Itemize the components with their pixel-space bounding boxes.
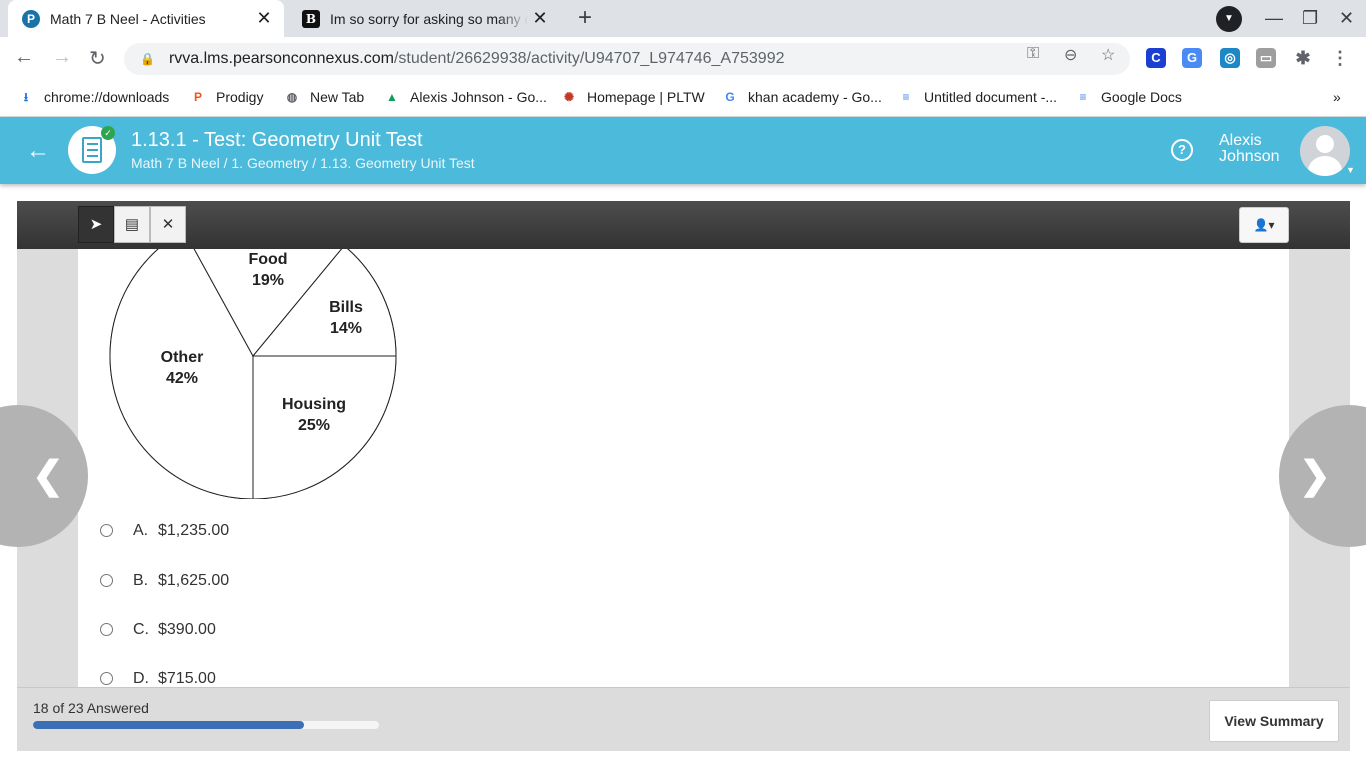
answered-progress-bar [33,721,379,729]
google-icon: G [725,90,735,104]
chevron-left-icon: ❮ [32,455,64,497]
zoom-icon[interactable]: ⊖ [1064,45,1077,65]
notes-tool-button[interactable]: ▤ [114,206,150,243]
lock-icon[interactable]: 🔒 [140,52,155,66]
next-question-button[interactable]: ❯ [1279,405,1366,547]
pie-label-other-name: Other [161,349,204,366]
bookmark-google-docs[interactable]: ≡ Google Docs [1075,89,1181,105]
tab-strip: P Math 7 B Neel - Activities ✕ B Im so s… [0,0,1366,37]
pie-label-bills-value: 14% [330,320,362,337]
pie-label-housing-name: Housing [282,396,346,413]
pie-chart: Housing 25% Other 42% Food 19% Bills 14% [109,249,397,499]
account-menu-button[interactable]: 👤▾ [1239,207,1289,243]
choice-text: $715.00 [158,670,216,687]
choice-text: $1,625.00 [158,572,230,589]
test-footer: 18 of 23 Answered View Summary [17,687,1350,751]
pointer-tool-button[interactable]: ➤ [78,206,114,243]
docs-icon: ≡ [902,90,910,104]
close-tab-icon[interactable]: ✕ [528,8,552,29]
bookmark-untitled-document[interactable]: ≡ Untitled document -... [898,89,1057,105]
restore-button[interactable]: ❐ [1302,8,1318,29]
minimize-button[interactable]: — [1265,8,1283,29]
prodigy-icon: P [193,90,202,104]
test-toolbar: ➤ ▤ ✕ 👤▾ [17,201,1350,249]
back-icon[interactable]: ← [14,46,34,69]
view-summary-button[interactable]: View Summary [1209,700,1339,742]
cast-icon[interactable]: ▭ [1256,48,1276,68]
bookmark-prodigy[interactable]: P Prodigy [190,89,263,105]
extensions-puzzle-icon[interactable]: ✱ [1293,48,1313,68]
url-text: rvva.lms.pearsonconnexus.com/student/266… [168,50,785,67]
extension-c-icon[interactable]: C [1146,48,1166,68]
completed-check-icon: ✓ [101,126,115,140]
radio-a[interactable] [100,524,113,537]
pie-label-food-value: 19% [252,272,284,289]
browser-toolbar: ← → ↻ 🔒 rvva.lms.pearsonconnexus.com/stu… [0,37,1366,79]
bookmark-new-tab[interactable]: ◍ New Tab [284,89,364,105]
choice-text: $390.00 [158,621,216,638]
activity-header: ← ✓ 1.13.1 - Test: Geometry Unit Test Ma… [0,117,1366,184]
breadcrumb: Math 7 B Neel / 1. Geometry / 1.13. Geom… [131,155,475,171]
pie-label-bills-name: Bills [329,299,363,316]
question-content: Housing 25% Other 42% Food 19% Bills 14% A. $1,… [78,249,1289,687]
eliminate-tool-button[interactable]: ✕ [150,206,186,243]
test-player: ➤ ▤ ✕ 👤▾ Housing 25% Other 42% Food 19% Bills 1… [0,201,1366,751]
pie-label-food-name: Food [248,251,287,268]
tab-math-activities[interactable]: P Math 7 B Neel - Activities ✕ [8,0,284,37]
bookmark-pltw[interactable]: ✺ Homepage | PLTW [561,89,705,105]
chevron-down-icon[interactable]: ▼ [1346,165,1355,175]
close-window-button[interactable]: ✕ [1339,8,1354,29]
tab-search-icon[interactable]: ▼ [1216,6,1242,32]
previous-question-button[interactable]: ❮ [0,405,88,547]
tab-brainly[interactable]: B Im so sorry for asking so many q ✕ [288,0,560,37]
back-arrow-icon[interactable]: ← [26,137,50,165]
pearson-icon: P [22,9,40,28]
tab-title: Im so sorry for asking so many q [330,10,528,27]
radio-c[interactable] [100,623,113,636]
extension-globe-icon[interactable]: ◎ [1220,48,1240,68]
brainly-icon: B [302,9,320,28]
pltw-icon: ✺ [563,90,575,104]
reload-icon[interactable]: ↻ [89,46,106,71]
radio-d[interactable] [100,672,113,685]
page-title: 1.13.1 - Test: Geometry Unit Test [131,129,423,151]
pie-label-other-value: 42% [166,370,198,387]
help-icon[interactable]: ? [1171,139,1193,161]
close-tab-icon[interactable]: ✕ [252,8,276,29]
key-icon[interactable]: ⚿ [1027,45,1039,63]
star-icon[interactable]: ☆ [1101,45,1115,65]
address-bar[interactable]: 🔒 rvva.lms.pearsonconnexus.com/student/2… [124,43,1130,75]
tab-title: Math 7 B Neel - Activities [50,10,206,27]
menu-kebab-icon[interactable]: ⋮ [1330,48,1350,68]
bookmarks-bar: ⭳ chrome://downloads P Prodigy ◍ New Tab ▲ A… [0,79,1366,117]
pie-label-housing-value: 25% [298,417,330,434]
new-tab-button[interactable]: + [572,6,598,32]
answered-count: 18 of 23 Answered [33,700,149,716]
more-bookmarks-button[interactable]: » [1333,89,1341,105]
bookmark-alexis-drive[interactable]: ▲ Alexis Johnson - Go... [384,89,547,105]
forward-icon[interactable]: → [52,46,72,69]
avatar[interactable] [1300,126,1350,176]
globe-icon: ◍ [286,90,298,104]
bookmark-khan-academy[interactable]: Gkhan academy - Go... [722,89,882,105]
test-checklist-icon: ✓ [68,126,116,174]
docs-icon: ≡ [1079,90,1087,104]
chevron-right-icon: ❯ [1299,455,1331,497]
radio-b[interactable] [100,574,113,587]
bookmark-downloads[interactable]: ⭳ chrome://downloads [18,89,169,105]
drive-icon: ▲ [386,90,398,104]
user-name[interactable]: Alexis Johnson [1219,133,1280,165]
download-icon: ⭳ [23,90,29,104]
choice-text: $1,235.00 [158,522,230,539]
translate-icon[interactable]: G [1182,48,1202,68]
